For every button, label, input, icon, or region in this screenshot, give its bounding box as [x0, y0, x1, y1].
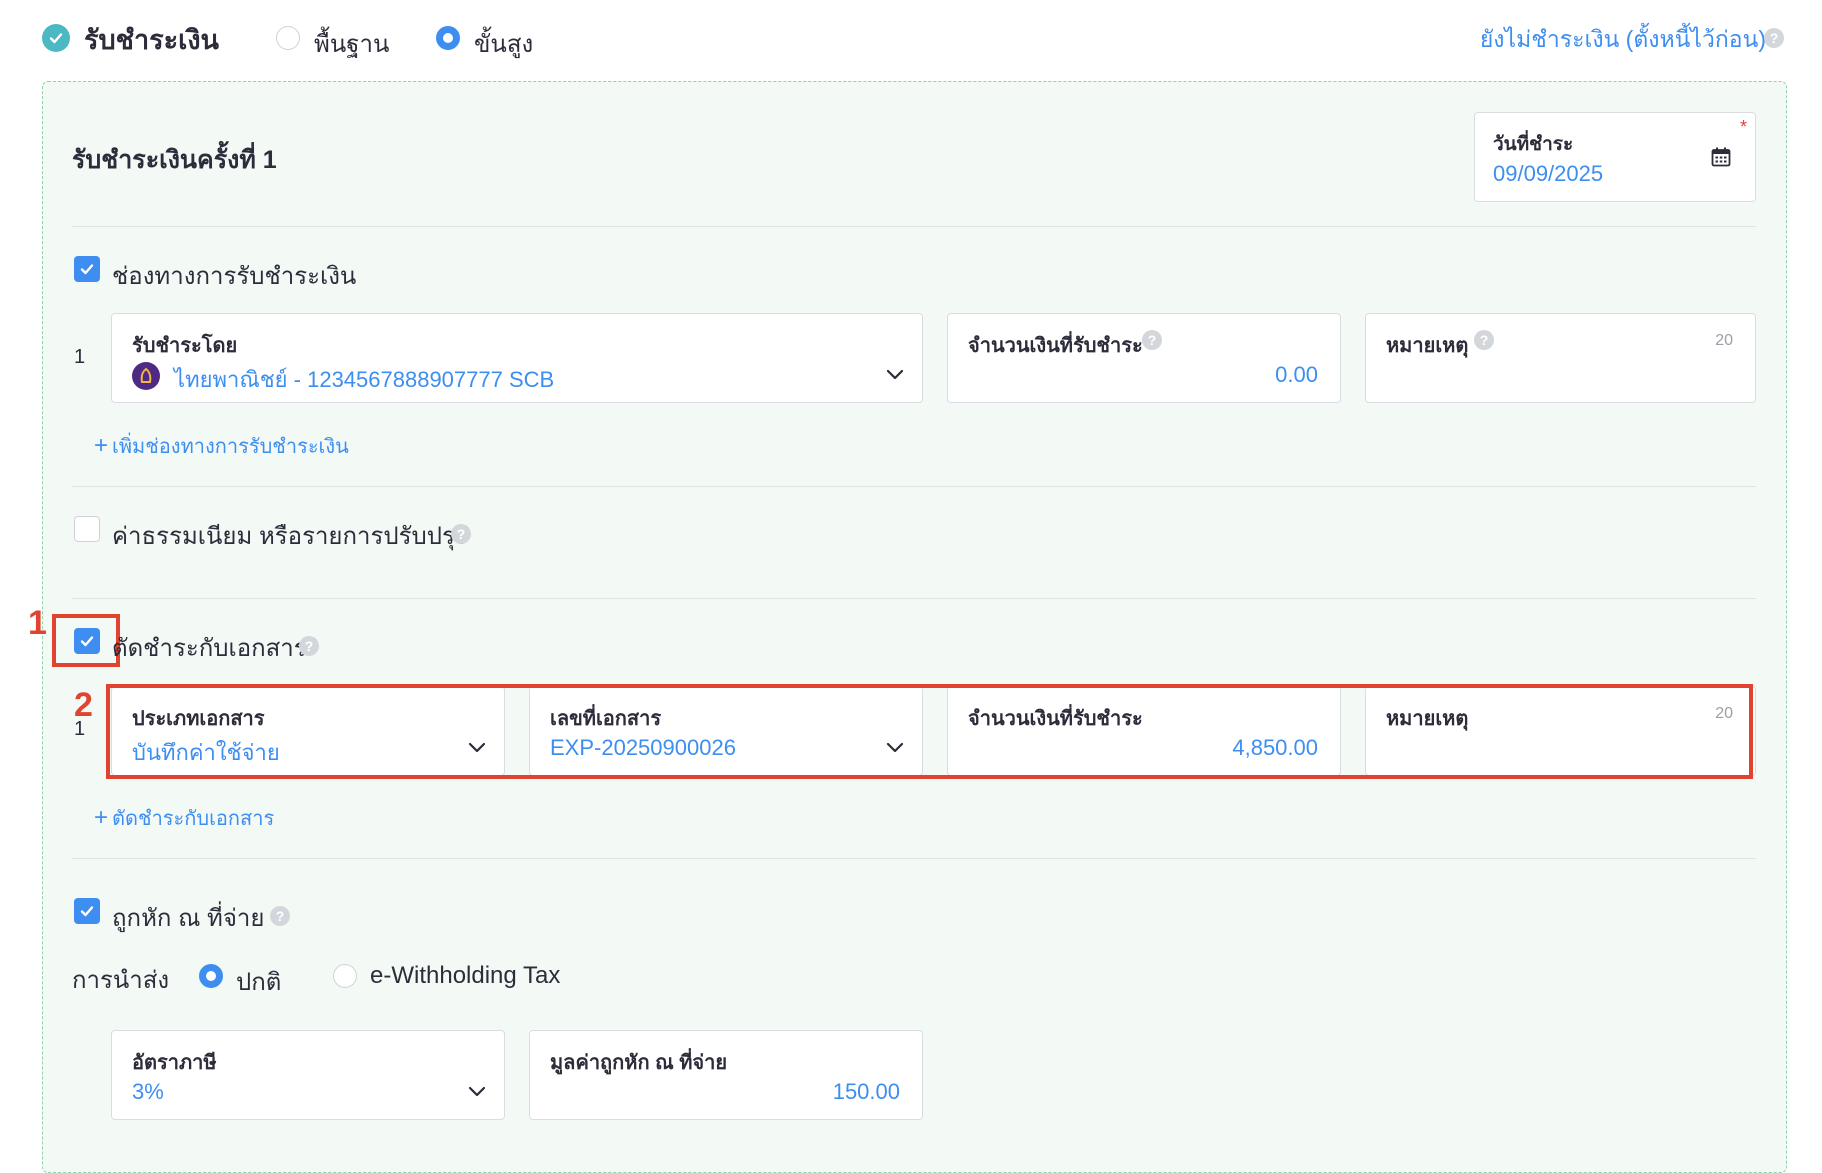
- channel-amount-field[interactable]: จำนวนเงินที่รับชำระ ? 0.00: [947, 313, 1341, 403]
- received-by-select[interactable]: รับชำระโดย ไทยพาณิชย์ - 1234567888907777…: [111, 313, 923, 403]
- payment-date-label: วันที่ชำระ: [1493, 134, 1574, 155]
- delivery-ewht-radio[interactable]: [333, 964, 357, 988]
- delivery-normal-label[interactable]: ปกติ: [236, 962, 281, 1001]
- delivery-label: การนำส่ง: [72, 967, 170, 994]
- chevron-down-icon[interactable]: [468, 1085, 486, 1103]
- payment-title: รับชำระเงินครั้งที่ 1: [72, 146, 277, 174]
- delivery-ewht-label[interactable]: e-Withholding Tax: [370, 962, 560, 990]
- withholding-amount-value[interactable]: 150.00: [833, 1079, 900, 1105]
- payment-panel: [42, 81, 1787, 1173]
- divider: [72, 858, 1756, 859]
- channel-note-field[interactable]: หมายเหตุ ? 20: [1365, 313, 1756, 403]
- withholding-amount-label: มูลค่าถูกหัก ณ ที่จ่าย: [550, 1052, 728, 1074]
- payment-date-value[interactable]: 09/09/2025: [1493, 161, 1603, 187]
- bank-logo-icon: [132, 362, 160, 390]
- divider: [72, 226, 1756, 227]
- channel-note-label: หมายเหตุ: [1386, 335, 1469, 357]
- fees-checkbox[interactable]: [74, 516, 100, 542]
- plus-icon: +: [94, 432, 109, 459]
- mode-basic-radio[interactable]: [276, 26, 300, 50]
- help-icon[interactable]: ?: [1142, 330, 1162, 350]
- help-icon[interactable]: ?: [299, 636, 319, 656]
- divider: [72, 486, 1756, 487]
- header-check-icon: [42, 24, 70, 52]
- tax-rate-select[interactable]: อัตราภาษี 3%: [111, 1030, 505, 1120]
- help-icon[interactable]: ?: [1764, 28, 1784, 48]
- offset-checkbox[interactable]: [74, 628, 100, 654]
- add-offset-link[interactable]: + ตัดชำระกับเอกสาร: [94, 802, 274, 834]
- add-channel-link[interactable]: + เพิ่มช่องทางการรับชำระเงิน: [94, 430, 349, 462]
- mode-advanced-label[interactable]: ขั้นสูง: [474, 24, 533, 63]
- divider: [72, 598, 1756, 599]
- plus-icon: +: [94, 804, 109, 831]
- withholding-label: ถูกหัก ณ ที่จ่าย: [112, 905, 265, 932]
- annotation-marker-1: 1: [28, 604, 47, 642]
- page-title: รับชำระเงิน: [84, 25, 219, 55]
- offset-row-number: 1: [74, 718, 86, 740]
- unpaid-link-text[interactable]: ยังไม่ชำระเงิน (ตั้งหนี้ไว้ก่อน): [1480, 26, 1766, 52]
- chevron-down-icon[interactable]: [886, 368, 904, 386]
- withholding-amount-field[interactable]: มูลค่าถูกหัก ณ ที่จ่าย 150.00: [529, 1030, 923, 1120]
- help-icon[interactable]: ?: [1474, 330, 1494, 350]
- mode-advanced-radio[interactable]: [436, 26, 460, 50]
- unpaid-link[interactable]: ยังไม่ชำระเงิน (ตั้งหนี้ไว้ก่อน): [1480, 22, 1766, 58]
- withholding-checkbox[interactable]: [74, 898, 100, 924]
- help-icon[interactable]: ?: [270, 906, 290, 926]
- channels-checkbox[interactable]: [74, 256, 100, 282]
- add-offset-text[interactable]: ตัดชำระกับเอกสาร: [112, 808, 274, 830]
- annotation-box-2: [106, 684, 1753, 779]
- tax-rate-label: อัตราภาษี: [132, 1052, 217, 1074]
- offset-label: ตัดชำระกับเอกสาร: [112, 635, 307, 662]
- mode-basic-label[interactable]: พื้นฐาน: [314, 24, 389, 63]
- received-by-value[interactable]: ไทยพาณิชย์ - 1234567888907777 SCB: [174, 362, 554, 397]
- tax-rate-value[interactable]: 3%: [132, 1079, 164, 1105]
- channel-row-number: 1: [74, 346, 86, 368]
- required-mark: *: [1739, 117, 1747, 137]
- delivery-normal-radio[interactable]: [199, 964, 223, 988]
- fees-label: ค่าธรรมเนียม หรือรายการปรับปรุง: [112, 523, 467, 550]
- channels-label: ช่องทางการรับชำระเงิน: [112, 263, 357, 290]
- payment-date-field[interactable]: วันที่ชำระ * 09/09/2025: [1474, 112, 1756, 202]
- received-by-label: รับชำระโดย: [132, 335, 238, 357]
- channel-amount-value[interactable]: 0.00: [1275, 362, 1318, 388]
- calendar-icon[interactable]: [1711, 147, 1731, 172]
- channel-amount-label: จำนวนเงินที่รับชำระ: [968, 335, 1143, 357]
- note-char-count: 20: [1715, 332, 1733, 349]
- add-channel-text[interactable]: เพิ่มช่องทางการรับชำระเงิน: [112, 436, 349, 458]
- help-icon[interactable]: ?: [451, 524, 471, 544]
